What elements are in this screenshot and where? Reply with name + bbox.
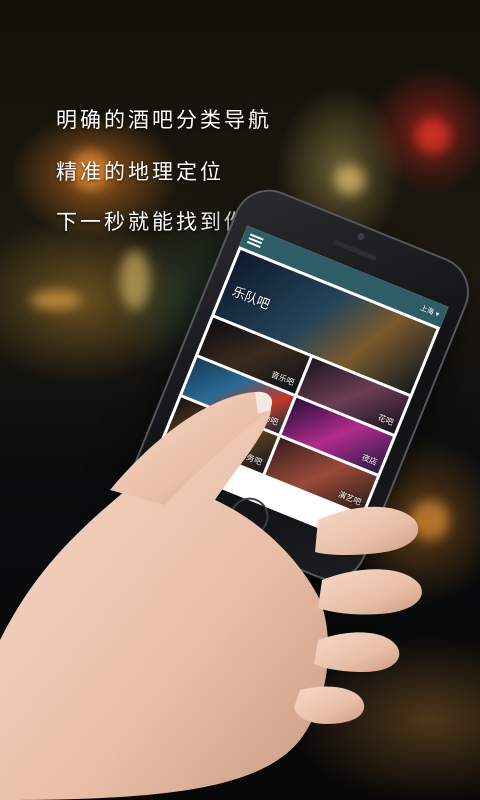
bokeh-light: [120, 250, 150, 310]
tile-label: 音乐吧: [269, 369, 296, 388]
slogan-line-2: 精准的地理定位: [56, 160, 224, 184]
tile-label: 乐队吧: [229, 284, 272, 314]
speaker-grille: [332, 239, 377, 262]
phone-screen: 上海 ▾ 乐队吧 音乐吧 花吧 运动吧 夜店 商务吧 演艺吧: [152, 225, 449, 543]
menu-icon[interactable]: [246, 233, 264, 249]
city-selector[interactable]: 上海 ▾: [419, 303, 441, 320]
bokeh-light: [335, 165, 365, 195]
camera-icon: [356, 231, 366, 241]
tile-label: 运动吧: [253, 409, 280, 428]
splash-screen: 明确的酒吧分类导航 精准的地理定位 下一秒就能找到你想要的 上海 ▾ 乐队吧 音…: [0, 0, 480, 800]
tile-label: 演艺吧: [336, 489, 363, 508]
bokeh-light: [30, 290, 80, 310]
tile-label: 夜店: [360, 452, 379, 468]
bokeh-light: [415, 118, 451, 154]
bokeh-light: [410, 500, 450, 540]
tile-label: 花吧: [376, 412, 395, 428]
tile-label: 商务吧: [237, 449, 264, 467]
slogan-line-1: 明确的酒吧分类导航: [56, 108, 272, 132]
